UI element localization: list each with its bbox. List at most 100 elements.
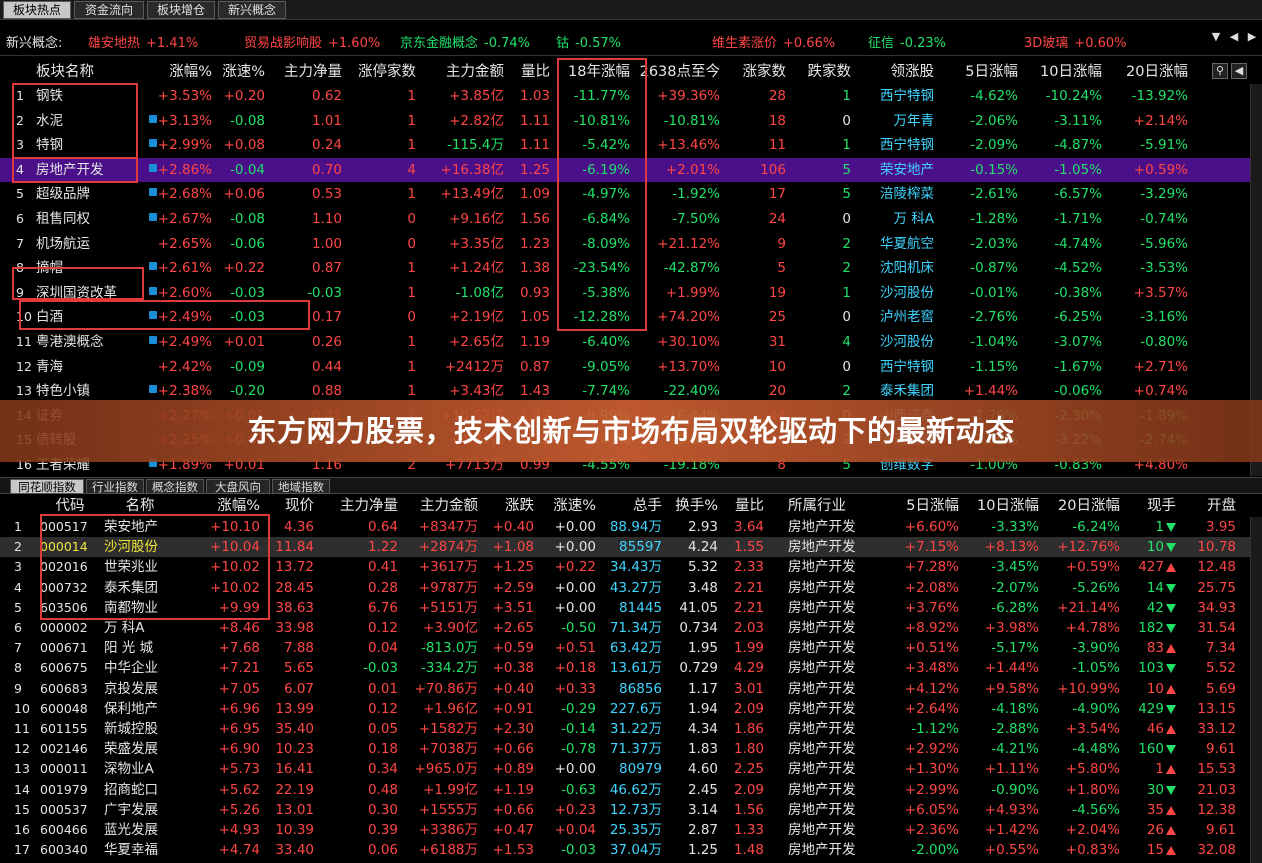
ticker-item[interactable]: 京东金融概念 -0.74% (400, 32, 530, 51)
stock-name[interactable]: 万 科A (104, 618, 176, 638)
stock-name[interactable]: 蓝光发展 (104, 820, 176, 840)
column-header[interactable]: 涨幅% (190, 496, 260, 516)
sector-name[interactable]: 特钢 (36, 133, 146, 158)
stock-code[interactable]: 000537 (40, 800, 100, 820)
sector-lead[interactable]: 沙河股份 (856, 281, 934, 306)
sector-lead[interactable]: 万 科A (856, 207, 934, 232)
tab-concept-index[interactable]: 概念指数 (146, 479, 204, 494)
column-header[interactable]: 主力金额 (402, 496, 478, 516)
sector-row[interactable]: 7 机场航运 +2.65% -0.06 1.00 0 +3.35亿 1.23 -8.09% +21… (0, 232, 1262, 257)
sector-name[interactable]: 摘帽 (36, 256, 146, 281)
stock-name[interactable]: 新城控股 (104, 719, 176, 739)
sector-name[interactable]: 机场航运 (36, 232, 146, 257)
column-header[interactable]: 5日涨幅 (882, 496, 959, 516)
tab-industry-index[interactable]: 行业指数 (86, 479, 144, 494)
column-header[interactable]: 涨幅% (150, 62, 212, 82)
stock-row[interactable]: 5 603506 南都物业 +9.99 38.63 6.76 +5151万 +3.51 +0.0… (0, 598, 1262, 618)
stock-code[interactable]: 002016 (40, 557, 100, 577)
sector-name[interactable]: 房地产开发 (36, 158, 146, 183)
stock-row[interactable]: 10 600048 保利地产 +6.96 13.99 0.12 +1.96亿 +0.91 -0.… (0, 699, 1262, 719)
tab-sector-hot[interactable]: 板块热点 (3, 1, 71, 19)
sector-lead[interactable]: 荣安地产 (856, 158, 934, 183)
column-header[interactable]: 板块名称 (36, 62, 146, 82)
sector-row[interactable]: 10 白酒 +2.49% -0.03 0.17 0 +2.19亿 1.05 -12.28% +74… (0, 305, 1262, 330)
stock-row[interactable]: 8 600675 中华企业 +7.21 5.65 -0.03 -334.2万 +0.38 +0.… (0, 658, 1262, 678)
stock-code[interactable]: 600466 (40, 820, 100, 840)
stock-row[interactable]: 11 601155 新城控股 +6.95 35.40 0.05 +1582万 +2.30 -0.… (0, 719, 1262, 739)
column-header[interactable]: 换手% (666, 496, 718, 516)
sector-name[interactable]: 超级品牌 (36, 182, 146, 207)
stock-name[interactable]: 荣安地产 (104, 517, 176, 537)
sector-name[interactable]: 深圳国资改革 (36, 281, 146, 306)
stock-name[interactable]: 沙河股份 (104, 537, 176, 557)
tab-ths-index[interactable]: 同花顺指数 (10, 479, 84, 494)
column-header[interactable]: 所属行业 (788, 496, 878, 516)
column-header[interactable]: 量比 (508, 62, 550, 82)
ticker-item[interactable]: 贸易战影响股 +1.60% (244, 32, 380, 51)
ticker-item[interactable]: 维生素涨价 +0.66% (712, 32, 835, 51)
sector-row[interactable]: 9 深圳国资改革 +2.60% -0.03 -0.03 1 -1.08亿 0.93 -5.38%… (0, 281, 1262, 306)
sector-row[interactable]: 2 水泥 +3.13% -0.08 1.01 1 +2.82亿 1.11 -10.81% -10.… (0, 109, 1262, 134)
column-header[interactable]: 涨速% (216, 62, 265, 82)
stock-row[interactable]: 15 000537 广宇发展 +5.26 13.01 0.30 +1555万 +0.66 +0.… (0, 800, 1262, 820)
stock-code[interactable]: 601155 (40, 719, 100, 739)
search-icon[interactable]: ⚲ (1212, 63, 1228, 79)
column-header[interactable]: 跌家数 (790, 62, 852, 82)
stock-row[interactable]: 16 600466 蓝光发展 +4.93 10.39 0.39 +3386万 +0.47 +0.… (0, 820, 1262, 840)
stock-row[interactable]: 1 000517 荣安地产 +10.10 4.36 0.64 +8347万 +0.40 +0.0… (0, 517, 1262, 537)
stock-code[interactable]: 000002 (40, 618, 100, 638)
stock-name[interactable]: 世荣兆业 (104, 557, 176, 577)
column-header[interactable]: 现价 (264, 496, 314, 516)
sector-row[interactable]: 11 粤港澳概念 +2.49% +0.01 0.26 1 +2.65亿 1.19 -6.40% +… (0, 330, 1262, 355)
tab-fund-flow[interactable]: 资金流向 (74, 1, 144, 19)
stock-code[interactable]: 002146 (40, 739, 100, 759)
tab-new-concept[interactable]: 新兴概念 (218, 1, 286, 19)
column-header[interactable]: 涨停家数 (347, 62, 416, 82)
sector-name[interactable]: 租售同权 (36, 207, 146, 232)
scroll-right-icon[interactable]: ▶ (1244, 30, 1260, 46)
stock-name[interactable]: 华夏幸福 (104, 840, 176, 860)
column-header[interactable]: 10日涨幅 (963, 496, 1039, 516)
stock-name[interactable]: 广宇发展 (104, 800, 176, 820)
sector-lead[interactable]: 西宁特钢 (856, 355, 934, 380)
stock-name[interactable]: 中华企业 (104, 658, 176, 678)
sector-name[interactable]: 白酒 (36, 305, 146, 330)
sector-lead[interactable]: 西宁特钢 (856, 84, 934, 109)
stock-code[interactable]: 600675 (40, 658, 100, 678)
stock-scrollbar[interactable] (1250, 517, 1262, 863)
stock-code[interactable]: 603506 (40, 598, 100, 618)
stock-name[interactable]: 南都物业 (104, 598, 176, 618)
column-header[interactable]: 20日涨幅 (1106, 62, 1188, 82)
stock-code[interactable]: 600048 (40, 699, 100, 719)
stock-row[interactable]: 17 600340 华夏幸福 +4.74 33.40 0.06 +6188万 +1.53 -0.… (0, 840, 1262, 860)
scroll-left-icon[interactable]: ◀ (1226, 30, 1242, 46)
stock-name[interactable]: 京投发展 (104, 679, 176, 699)
stock-code[interactable]: 600683 (40, 679, 100, 699)
sector-lead[interactable]: 万年青 (856, 109, 935, 134)
sector-lead[interactable]: 华夏航空 (856, 232, 934, 257)
column-header[interactable]: 名称 (104, 496, 176, 516)
stock-name[interactable]: 保利地产 (104, 699, 176, 719)
ticker-item[interactable]: 雄安地热 +1.41% (88, 32, 198, 51)
sector-lead[interactable]: 沈阳机床 (856, 256, 934, 281)
column-header[interactable]: 总手 (600, 496, 662, 516)
sector-name[interactable]: 钢铁 (36, 84, 146, 109)
stock-row[interactable]: 14 001979 招商蛇口 +5.62 22.19 0.48 +1.99亿 +1.19 -0.… (0, 780, 1262, 800)
sector-row[interactable]: 6 租售同权 +2.67% -0.08 1.10 0 +9.16亿 1.56 -6.84% -7.… (0, 207, 1262, 232)
tab-market-direction[interactable]: 大盘风向 (206, 479, 270, 494)
sector-row[interactable]: 12 青海 +2.42% -0.09 0.44 1 +2412万 0.87 -9.05% +13.… (0, 355, 1262, 380)
stock-code[interactable]: 600340 (40, 840, 100, 860)
column-header[interactable]: 领涨股 (856, 62, 935, 82)
stock-row[interactable]: 4 000732 泰禾集团 +10.02 28.45 0.28 +9787万 +2.59 +0.… (0, 578, 1262, 598)
stock-row[interactable]: 12 002146 荣盛发展 +6.90 10.23 0.18 +7038万 +0.66 -0.… (0, 739, 1262, 759)
sector-lead[interactable]: 沙河股份 (856, 330, 934, 355)
stock-row[interactable]: 2 000014 沙河股份 +10.04 11.84 1.22 +2874万 +1.08 +0.… (0, 537, 1262, 558)
sector-lead[interactable]: 泸州老窖 (856, 305, 934, 330)
column-header[interactable]: 主力净量 (270, 62, 342, 82)
sector-lead[interactable]: 西宁特钢 (856, 133, 934, 158)
column-header[interactable]: 2638点至今 (634, 62, 720, 82)
stock-row[interactable]: 3 002016 世荣兆业 +10.02 13.72 0.41 +3617万 +1.25 +0.… (0, 557, 1262, 577)
column-header[interactable]: 10日涨幅 (1022, 62, 1102, 82)
stock-name[interactable]: 招商蛇口 (104, 780, 176, 800)
column-header[interactable]: 主力金额 (420, 62, 504, 82)
